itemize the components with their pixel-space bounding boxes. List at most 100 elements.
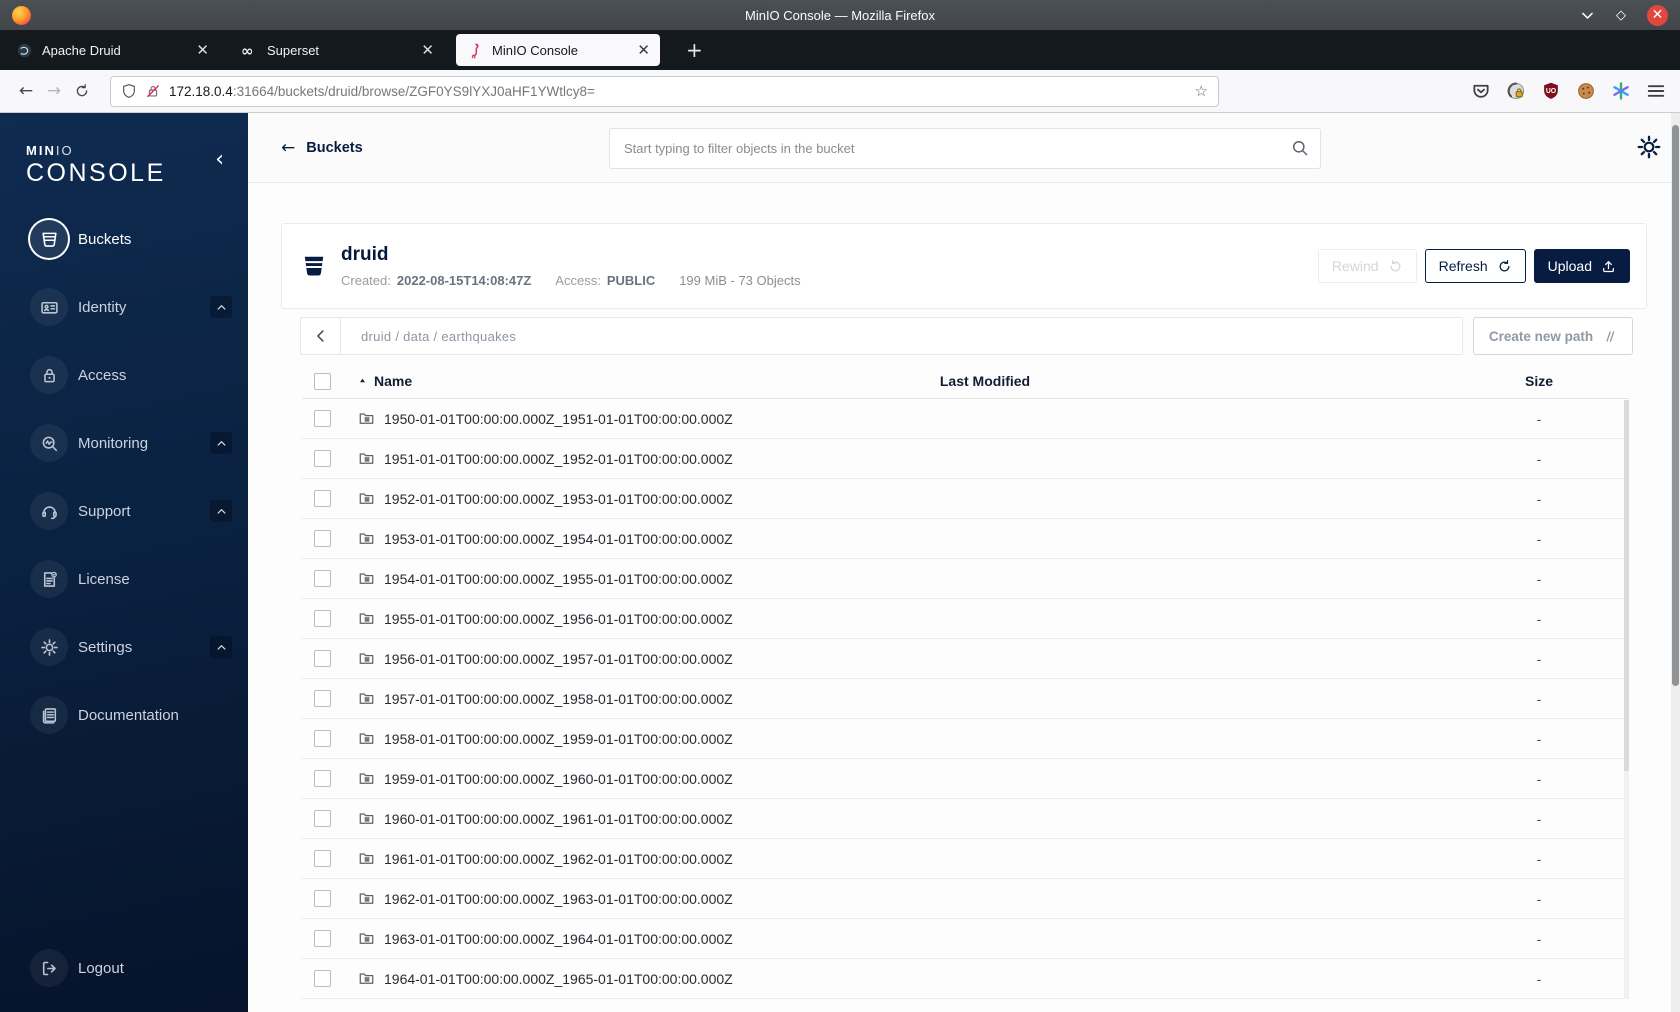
rewind-button[interactable]: Rewind	[1317, 249, 1417, 283]
table-row[interactable]: 1953-01-01T00:00:00.000Z_1954-01-01T00:0…	[302, 519, 1629, 559]
sidebar-item-buckets[interactable]: Buckets	[0, 205, 248, 273]
table-row[interactable]: 1954-01-01T00:00:00.000Z_1955-01-01T00:0…	[302, 559, 1629, 599]
upload-button[interactable]: Upload	[1533, 249, 1630, 283]
object-name[interactable]: 1964-01-01T00:00:00.000Z_1965-01-01T00:0…	[384, 971, 733, 987]
minimize-icon[interactable]	[1580, 8, 1595, 23]
create-new-path-button[interactable]: Create new path	[1473, 317, 1633, 355]
chevron-up-icon[interactable]	[210, 432, 232, 454]
sidebar-item-settings[interactable]: Settings	[0, 613, 248, 681]
window-scrollbar[interactable]	[1671, 113, 1680, 1012]
path-back-button[interactable]	[301, 318, 341, 354]
tab-minio-console[interactable]: MinIO Console ✕	[456, 34, 660, 66]
object-name[interactable]: 1959-01-01T00:00:00.000Z_1960-01-01T00:0…	[384, 771, 733, 787]
row-checkbox[interactable]	[314, 410, 331, 427]
table-row[interactable]: 1950-01-01T00:00:00.000Z_1951-01-01T00:0…	[302, 399, 1629, 439]
table-row[interactable]: 1952-01-01T00:00:00.000Z_1953-01-01T00:0…	[302, 479, 1629, 519]
refresh-button[interactable]: Refresh	[1424, 249, 1526, 283]
row-checkbox[interactable]	[314, 970, 331, 987]
object-name[interactable]: 1960-01-01T00:00:00.000Z_1961-01-01T00:0…	[384, 811, 733, 827]
column-size[interactable]: Size	[1449, 373, 1629, 389]
table-row[interactable]: 1960-01-01T00:00:00.000Z_1961-01-01T00:0…	[302, 799, 1629, 839]
object-name[interactable]: 1954-01-01T00:00:00.000Z_1955-01-01T00:0…	[384, 571, 733, 587]
row-checkbox[interactable]	[314, 490, 331, 507]
maximize-icon[interactable]: ◇	[1616, 8, 1626, 23]
table-scrollbar[interactable]	[1624, 400, 1629, 999]
sidebar-collapse-icon[interactable]: ‹	[215, 149, 224, 171]
row-checkbox[interactable]	[314, 610, 331, 627]
back-button[interactable]: ←	[12, 81, 40, 101]
chevron-up-icon[interactable]	[210, 636, 232, 658]
tab-superset[interactable]: ∞ Superset ✕	[231, 34, 444, 66]
sidebar-item-monitoring[interactable]: Monitoring	[0, 409, 248, 477]
lock-insecure-icon[interactable]	[145, 83, 161, 99]
row-checkbox[interactable]	[314, 930, 331, 947]
column-name[interactable]: Name	[350, 373, 820, 389]
object-name[interactable]: 1950-01-01T00:00:00.000Z_1951-01-01T00:0…	[384, 411, 733, 427]
row-checkbox[interactable]	[314, 730, 331, 747]
bookmark-star-icon[interactable]: ☆	[1195, 82, 1208, 100]
filter-objects-input[interactable]	[609, 128, 1321, 169]
object-name[interactable]: 1963-01-01T00:00:00.000Z_1964-01-01T00:0…	[384, 931, 733, 947]
object-name[interactable]: 1962-01-01T00:00:00.000Z_1963-01-01T00:0…	[384, 891, 733, 907]
row-checkbox[interactable]	[314, 530, 331, 547]
object-name[interactable]: 1953-01-01T00:00:00.000Z_1954-01-01T00:0…	[384, 531, 733, 547]
table-row[interactable]: 1958-01-01T00:00:00.000Z_1959-01-01T00:0…	[302, 719, 1629, 759]
row-checkbox[interactable]	[314, 690, 331, 707]
sidebar-item-support[interactable]: Support	[0, 477, 248, 545]
reload-button[interactable]	[68, 83, 96, 100]
object-name[interactable]: 1956-01-01T00:00:00.000Z_1957-01-01T00:0…	[384, 651, 733, 667]
buckets-back-link[interactable]: ← Buckets	[281, 138, 363, 158]
select-all-checkbox[interactable]	[314, 372, 331, 390]
cookie-icon[interactable]	[1576, 81, 1596, 101]
sidebar-item-license[interactable]: License	[0, 545, 248, 613]
object-name[interactable]: 1951-01-01T00:00:00.000Z_1952-01-01T00:0…	[384, 451, 733, 467]
object-name[interactable]: 1952-01-01T00:00:00.000Z_1953-01-01T00:0…	[384, 491, 733, 507]
refresh-icon	[1497, 259, 1512, 274]
column-last-modified[interactable]: Last Modified	[820, 373, 1150, 389]
object-name[interactable]: 1961-01-01T00:00:00.000Z_1962-01-01T00:0…	[384, 851, 733, 867]
table-row[interactable]: 1959-01-01T00:00:00.000Z_1960-01-01T00:0…	[302, 759, 1629, 799]
sidebar-item-access[interactable]: Access	[0, 341, 248, 409]
chevron-up-icon[interactable]	[210, 296, 232, 318]
row-checkbox[interactable]	[314, 450, 331, 467]
row-checkbox[interactable]	[314, 570, 331, 587]
breadcrumb[interactable]: druid / data / earthquakes	[341, 329, 516, 344]
row-checkbox[interactable]	[314, 650, 331, 667]
settings-gear-icon[interactable]	[1636, 134, 1662, 160]
row-checkbox[interactable]	[314, 850, 331, 867]
table-row[interactable]: 1951-01-01T00:00:00.000Z_1952-01-01T00:0…	[302, 439, 1629, 479]
forward-button[interactable]: →	[40, 81, 68, 101]
pocket-icon[interactable]	[1471, 81, 1491, 101]
close-icon[interactable]: ✕	[1647, 4, 1668, 26]
tab-apache-druid[interactable]: Apache Druid ✕	[6, 34, 219, 66]
table-row[interactable]: 1957-01-01T00:00:00.000Z_1958-01-01T00:0…	[302, 679, 1629, 719]
tab-close-icon[interactable]: ✕	[196, 42, 209, 58]
shield-icon[interactable]	[121, 83, 137, 99]
table-row[interactable]: 1961-01-01T00:00:00.000Z_1962-01-01T00:0…	[302, 839, 1629, 879]
table-row[interactable]: 1963-01-01T00:00:00.000Z_1964-01-01T00:0…	[302, 919, 1629, 959]
tab-close-icon[interactable]: ✕	[637, 42, 650, 58]
sidebar-item-documentation[interactable]: Documentation	[0, 681, 248, 749]
minio-logo: MINIO CONSOLE	[26, 143, 166, 187]
sidebar-item-logout[interactable]: Logout	[0, 934, 248, 1002]
table-row[interactable]: 1955-01-01T00:00:00.000Z_1956-01-01T00:0…	[302, 599, 1629, 639]
menu-icon[interactable]	[1646, 81, 1666, 101]
table-row[interactable]: 1956-01-01T00:00:00.000Z_1957-01-01T00:0…	[302, 639, 1629, 679]
tab-close-icon[interactable]: ✕	[421, 42, 434, 58]
row-checkbox[interactable]	[314, 810, 331, 827]
object-name[interactable]: 1955-01-01T00:00:00.000Z_1956-01-01T00:0…	[384, 611, 733, 627]
object-size: -	[1536, 450, 1542, 467]
table-row[interactable]: 1964-01-01T00:00:00.000Z_1965-01-01T00:0…	[302, 959, 1629, 999]
row-checkbox[interactable]	[314, 770, 331, 787]
adblock-shield-icon[interactable]: UO	[1541, 81, 1561, 101]
new-tab-button[interactable]: +	[678, 38, 711, 62]
row-checkbox[interactable]	[314, 890, 331, 907]
url-bar[interactable]: 172.18.0.4:31664/buckets/druid/browse/ZG…	[110, 75, 1219, 107]
session-asterisk-icon[interactable]	[1611, 81, 1631, 101]
object-name[interactable]: 1957-01-01T00:00:00.000Z_1958-01-01T00:0…	[384, 691, 733, 707]
extensions-icon[interactable]	[1506, 81, 1526, 101]
chevron-up-icon[interactable]	[210, 500, 232, 522]
table-row[interactable]: 1962-01-01T00:00:00.000Z_1963-01-01T00:0…	[302, 879, 1629, 919]
sidebar-item-identity[interactable]: Identity	[0, 273, 248, 341]
object-name[interactable]: 1958-01-01T00:00:00.000Z_1959-01-01T00:0…	[384, 731, 733, 747]
